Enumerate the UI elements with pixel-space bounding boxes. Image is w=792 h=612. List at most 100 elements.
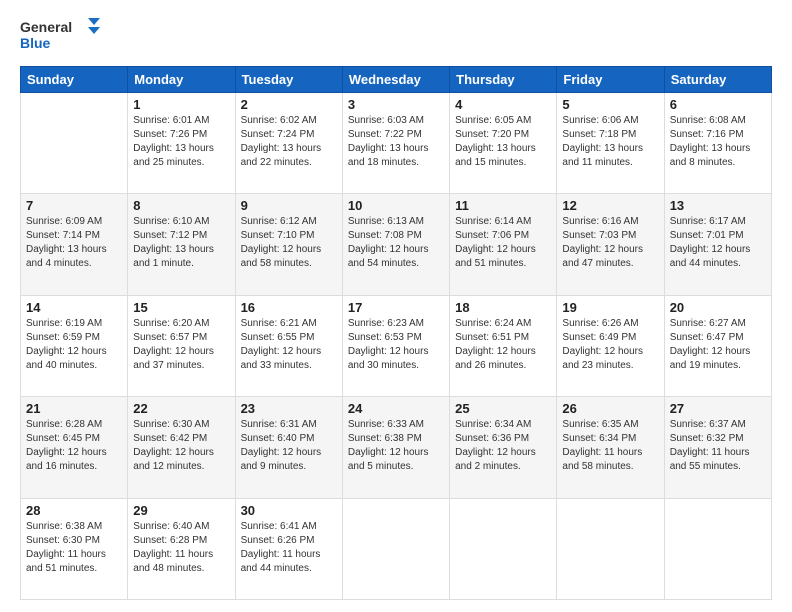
svg-text:General: General — [20, 19, 72, 35]
calendar-cell: 30 Sunrise: 6:41 AM Sunset: 6:26 PM Dayli… — [235, 498, 342, 599]
day-number: 18 — [455, 300, 551, 315]
day-info: Sunrise: 6:33 AM Sunset: 6:38 PM Dayligh… — [348, 418, 444, 474]
calendar-cell: 10Sunrise: 6:13 AM Sunset: 7:08 PM Dayli… — [342, 194, 449, 295]
day-number: 15 — [133, 300, 229, 315]
day-number: 16 — [241, 300, 337, 315]
calendar-cell: 2Sunrise: 6:02 AM Sunset: 7:24 PM Daylig… — [235, 93, 342, 194]
day-info: Sunrise: 6:17 AM Sunset: 7:01 PM Dayligh… — [670, 215, 766, 271]
day-info: Sunrise: 6:10 AM Sunset: 7:12 PM Dayligh… — [133, 215, 229, 271]
calendar-cell: 13 Sunrise: 6:17 AM Sunset: 7:01 PM Dayli… — [664, 194, 771, 295]
calendar-cell: 12 Sunrise: 6:16 AM Sunset: 7:03 PM Dayli… — [557, 194, 664, 295]
day-of-week-header: Saturday — [664, 67, 771, 93]
calendar-cell: 18 Sunrise: 6:24 AM Sunset: 6:51 PM Dayli… — [450, 295, 557, 396]
day-number: 11 — [455, 198, 551, 213]
day-number: 8 — [133, 198, 229, 213]
day-number: 13 — [670, 198, 766, 213]
day-info: Sunrise: 6:41 AM Sunset: 6:26 PM Dayligh… — [241, 520, 337, 576]
day-number: 10 — [348, 198, 444, 213]
day-info: Sunrise: 6:23 AM Sunset: 6:53 PM Dayligh… — [348, 317, 444, 373]
svg-text:Blue: Blue — [20, 35, 51, 51]
page: General Blue SundayMondayTuesdayWednesda… — [0, 0, 792, 612]
day-info: Sunrise: 6:09 AM Sunset: 7:14 PM Dayligh… — [26, 215, 122, 271]
day-number: 1 — [133, 97, 229, 112]
calendar-cell: 1Sunrise: 6:01 AM Sunset: 7:26 PM Daylig… — [128, 93, 235, 194]
day-info: Sunrise: 6:40 AM Sunset: 6:28 PM Dayligh… — [133, 520, 229, 576]
calendar-cell: 26 Sunrise: 6:35 AM Sunset: 6:34 PM Dayli… — [557, 397, 664, 498]
calendar-cell: 11 Sunrise: 6:14 AM Sunset: 7:06 PM Dayli… — [450, 194, 557, 295]
calendar-cell: 14Sunrise: 6:19 AM Sunset: 6:59 PM Dayli… — [21, 295, 128, 396]
day-of-week-header: Tuesday — [235, 67, 342, 93]
day-info: Sunrise: 6:12 AM Sunset: 7:10 PM Dayligh… — [241, 215, 337, 271]
header: General Blue — [20, 16, 772, 56]
calendar-cell: 16 Sunrise: 6:21 AM Sunset: 6:55 PM Dayli… — [235, 295, 342, 396]
day-info: Sunrise: 6:14 AM Sunset: 7:06 PM Dayligh… — [455, 215, 551, 271]
calendar-cell: 8 Sunrise: 6:10 AM Sunset: 7:12 PM Daylig… — [128, 194, 235, 295]
day-number: 26 — [562, 401, 658, 416]
day-of-week-header: Wednesday — [342, 67, 449, 93]
calendar-cell — [342, 498, 449, 599]
day-number: 30 — [241, 503, 337, 518]
calendar-cell: 7 Sunrise: 6:09 AM Sunset: 7:14 PM Daylig… — [21, 194, 128, 295]
day-info: Sunrise: 6:08 AM Sunset: 7:16 PM Dayligh… — [670, 114, 766, 170]
day-info: Sunrise: 6:06 AM Sunset: 7:18 PM Dayligh… — [562, 114, 658, 170]
day-number: 25 — [455, 401, 551, 416]
day-number: 5 — [562, 97, 658, 112]
day-number: 23 — [241, 401, 337, 416]
day-info: Sunrise: 6:21 AM Sunset: 6:55 PM Dayligh… — [241, 317, 337, 373]
calendar-cell: 20 Sunrise: 6:27 AM Sunset: 6:47 PM Dayli… — [664, 295, 771, 396]
day-info: Sunrise: 6:27 AM Sunset: 6:47 PM Dayligh… — [670, 317, 766, 373]
calendar-cell — [450, 498, 557, 599]
day-number: 21 — [26, 401, 122, 416]
day-number: 20 — [670, 300, 766, 315]
calendar-cell: 6 Sunrise: 6:08 AM Sunset: 7:16 PM Daylig… — [664, 93, 771, 194]
day-info: Sunrise: 6:24 AM Sunset: 6:51 PM Dayligh… — [455, 317, 551, 373]
calendar-cell: 22Sunrise: 6:30 AM Sunset: 6:42 PM Dayli… — [128, 397, 235, 498]
day-number: 22 — [133, 401, 229, 416]
logo-svg: General Blue — [20, 16, 100, 56]
day-number: 28 — [26, 503, 122, 518]
calendar-cell: 15 Sunrise: 6:20 AM Sunset: 6:57 PM Dayli… — [128, 295, 235, 396]
day-number: 6 — [670, 97, 766, 112]
day-number: 2 — [241, 97, 337, 112]
day-info: Sunrise: 6:38 AM Sunset: 6:30 PM Dayligh… — [26, 520, 122, 576]
calendar-cell: 5 Sunrise: 6:06 AM Sunset: 7:18 PM Daylig… — [557, 93, 664, 194]
day-number: 7 — [26, 198, 122, 213]
calendar-cell: 19Sunrise: 6:26 AM Sunset: 6:49 PM Dayli… — [557, 295, 664, 396]
calendar-cell: 28 Sunrise: 6:38 AM Sunset: 6:30 PM Dayli… — [21, 498, 128, 599]
day-number: 9 — [241, 198, 337, 213]
day-info: Sunrise: 6:31 AM Sunset: 6:40 PM Dayligh… — [241, 418, 337, 474]
day-info: Sunrise: 6:20 AM Sunset: 6:57 PM Dayligh… — [133, 317, 229, 373]
calendar-week-row: 21 Sunrise: 6:28 AM Sunset: 6:45 PM Dayli… — [21, 397, 772, 498]
day-info: Sunrise: 6:28 AM Sunset: 6:45 PM Dayligh… — [26, 418, 122, 474]
day-of-week-header: Friday — [557, 67, 664, 93]
calendar-cell: 9 Sunrise: 6:12 AM Sunset: 7:10 PM Daylig… — [235, 194, 342, 295]
calendar-week-row: 7 Sunrise: 6:09 AM Sunset: 7:14 PM Daylig… — [21, 194, 772, 295]
day-number: 24 — [348, 401, 444, 416]
calendar-cell: 25 Sunrise: 6:34 AM Sunset: 6:36 PM Dayli… — [450, 397, 557, 498]
calendar-cell — [21, 93, 128, 194]
calendar-cell: 3Sunrise: 6:03 AM Sunset: 7:22 PM Daylig… — [342, 93, 449, 194]
calendar-cell: 17Sunrise: 6:23 AM Sunset: 6:53 PM Dayli… — [342, 295, 449, 396]
day-info: Sunrise: 6:16 AM Sunset: 7:03 PM Dayligh… — [562, 215, 658, 271]
calendar-cell — [557, 498, 664, 599]
calendar-cell: 27Sunrise: 6:37 AM Sunset: 6:32 PM Dayli… — [664, 397, 771, 498]
day-number: 27 — [670, 401, 766, 416]
calendar-cell: 4 Sunrise: 6:05 AM Sunset: 7:20 PM Daylig… — [450, 93, 557, 194]
day-number: 4 — [455, 97, 551, 112]
calendar: SundayMondayTuesdayWednesdayThursdayFrid… — [20, 66, 772, 600]
day-info: Sunrise: 6:05 AM Sunset: 7:20 PM Dayligh… — [455, 114, 551, 170]
day-number: 3 — [348, 97, 444, 112]
calendar-cell: 23 Sunrise: 6:31 AM Sunset: 6:40 PM Dayli… — [235, 397, 342, 498]
calendar-week-row: 1Sunrise: 6:01 AM Sunset: 7:26 PM Daylig… — [21, 93, 772, 194]
calendar-cell: 24 Sunrise: 6:33 AM Sunset: 6:38 PM Dayli… — [342, 397, 449, 498]
day-info: Sunrise: 6:34 AM Sunset: 6:36 PM Dayligh… — [455, 418, 551, 474]
calendar-cell: 21 Sunrise: 6:28 AM Sunset: 6:45 PM Dayli… — [21, 397, 128, 498]
day-of-week-header: Monday — [128, 67, 235, 93]
day-of-week-header: Sunday — [21, 67, 128, 93]
calendar-header-row: SundayMondayTuesdayWednesdayThursdayFrid… — [21, 67, 772, 93]
calendar-week-row: 28 Sunrise: 6:38 AM Sunset: 6:30 PM Dayli… — [21, 498, 772, 599]
day-info: Sunrise: 6:35 AM Sunset: 6:34 PM Dayligh… — [562, 418, 658, 474]
calendar-week-row: 14Sunrise: 6:19 AM Sunset: 6:59 PM Dayli… — [21, 295, 772, 396]
day-number: 12 — [562, 198, 658, 213]
calendar-cell — [664, 498, 771, 599]
